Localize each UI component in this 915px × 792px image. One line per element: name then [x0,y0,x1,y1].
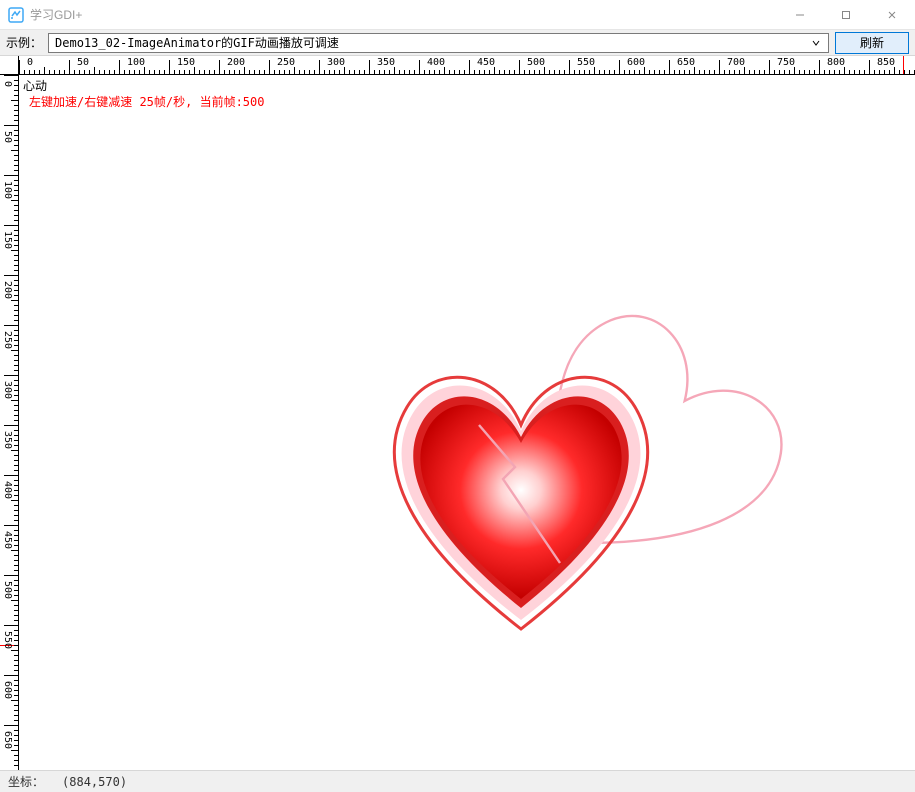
minimize-button[interactable] [777,0,823,30]
toolbar-label: 示例： [6,34,42,51]
ruler-vertical: 0501001502002503003504004505005506006507… [0,75,19,770]
demo-select[interactable]: Demo13_02-ImageAnimator的GIF动画播放可调速 [48,33,829,53]
canvas-title: 心动 [23,77,47,94]
chevron-down-icon [808,34,824,52]
title-bar: 学习GDI+ [0,0,915,30]
heart-main [361,347,681,647]
window-controls [777,0,915,30]
close-button[interactable] [869,0,915,30]
status-bar: 坐标： (884,570) [0,770,915,792]
canvas[interactable]: 心动 左键加速/右键减速 25帧/秒, 当前帧:500 [19,75,915,770]
app-icon [8,7,24,23]
status-coord-value: (884,570) [62,775,127,789]
canvas-hint: 左键加速/右键减速 25帧/秒, 当前帧:500 [29,93,264,110]
demo-select-value: Demo13_02-ImageAnimator的GIF动画播放可调速 [55,34,808,51]
ruler-horizontal: 0501001502002503003504004505005506006507… [19,56,915,75]
maximize-button[interactable] [823,0,869,30]
window-title: 学习GDI+ [30,6,82,23]
toolbar: 示例： Demo13_02-ImageAnimator的GIF动画播放可调速 刷… [0,30,915,56]
work-area: 0501001502002503003504004505005506006507… [0,56,915,770]
refresh-button[interactable]: 刷新 [835,32,909,54]
status-coord-label: 坐标： [8,773,44,790]
ruler-origin-corner [0,56,19,75]
